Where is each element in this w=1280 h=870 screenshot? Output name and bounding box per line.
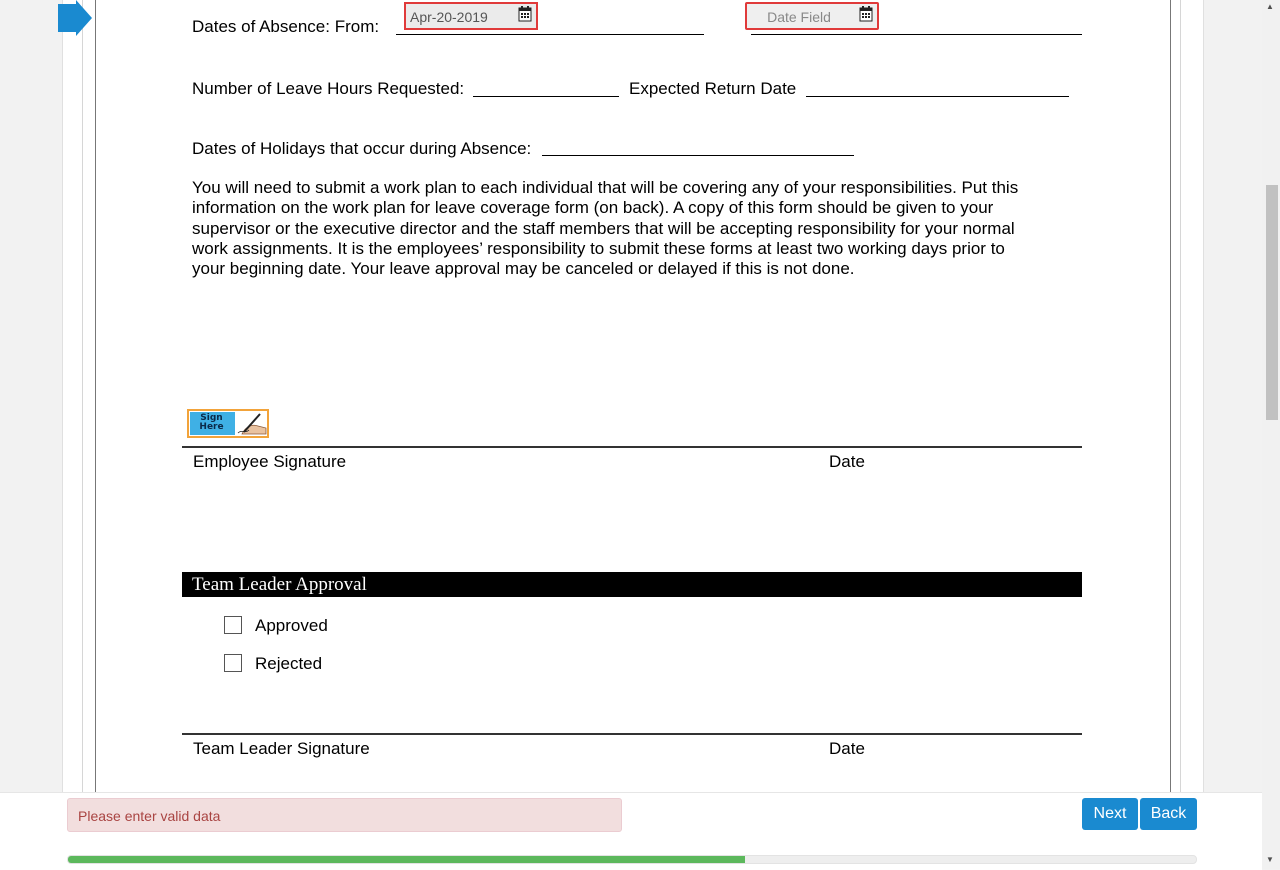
instructions-line: supervisor or the executive director and…: [192, 218, 1015, 238]
rejected-label: Rejected: [255, 654, 323, 673]
current-field-arrow-icon: [58, 0, 92, 36]
employee-date-label: Date: [829, 452, 865, 471]
error-message: Please enter valid data: [67, 798, 622, 832]
approved-label: Approved: [255, 616, 328, 635]
expected-return-field[interactable]: [806, 96, 1069, 97]
sign-here-button[interactable]: Sign Here: [187, 409, 269, 438]
team-leader-section-title: Team Leader Approval: [192, 574, 367, 595]
back-button[interactable]: Back: [1140, 798, 1197, 830]
instructions-line: information on the work plan for leave c…: [192, 198, 994, 218]
employee-signature-label: Employee Signature: [193, 452, 347, 471]
sign-here-icon: [237, 413, 267, 435]
to-date-underline: [751, 34, 1082, 35]
team-leader-signature-line: [182, 733, 1082, 735]
holidays-label: Dates of Holidays that occur during Abse…: [192, 139, 532, 158]
page-guide-right: [1180, 0, 1181, 792]
scroll-down-icon[interactable]: ▼: [1266, 855, 1274, 864]
leave-hours-field[interactable]: [473, 96, 619, 97]
next-button[interactable]: Next: [1082, 798, 1138, 830]
instructions-line: work assignments. It is the employees’ r…: [192, 238, 1005, 258]
approved-checkbox[interactable]: [224, 616, 242, 634]
scrollbar-thumb[interactable]: [1266, 185, 1278, 420]
date-from-value: Apr-20-2019: [410, 9, 488, 25]
progress-fill: [68, 856, 745, 863]
date-from-field[interactable]: Apr-20-2019: [404, 2, 538, 30]
employee-signature-line: [182, 446, 1082, 448]
calendar-icon[interactable]: [859, 6, 873, 22]
holidays-field[interactable]: [542, 155, 854, 156]
absence-label: Dates of Absence: From:: [192, 17, 380, 36]
progress-bar: [67, 855, 1197, 864]
scroll-up-icon[interactable]: ▲: [1266, 2, 1274, 11]
calendar-icon[interactable]: [518, 6, 532, 22]
instructions-paragraph: You will need to submit a work plan to e…: [192, 178, 1072, 279]
team-leader-signature-label: Team Leader Signature: [193, 739, 370, 758]
date-to-placeholder: Date Field: [767, 9, 831, 25]
sign-here-label: Sign Here: [199, 413, 224, 432]
instructions-line: your beginning date. Your leave approval…: [192, 259, 855, 279]
instructions-line: You will need to submit a work plan to e…: [192, 178, 1019, 197]
rejected-checkbox[interactable]: [224, 654, 242, 672]
page-guide-left: [82, 0, 83, 792]
date-to-field[interactable]: Date Field: [745, 2, 879, 30]
scrollbar-track[interactable]: [1262, 0, 1280, 869]
team-leader-date-label: Date: [829, 739, 865, 758]
expected-return-label: Expected Return Date: [629, 79, 797, 98]
from-date-underline: [396, 34, 704, 35]
team-leader-section-header: Team Leader Approval: [182, 572, 1082, 597]
leave-hours-label: Number of Leave Hours Requested:: [192, 79, 465, 98]
